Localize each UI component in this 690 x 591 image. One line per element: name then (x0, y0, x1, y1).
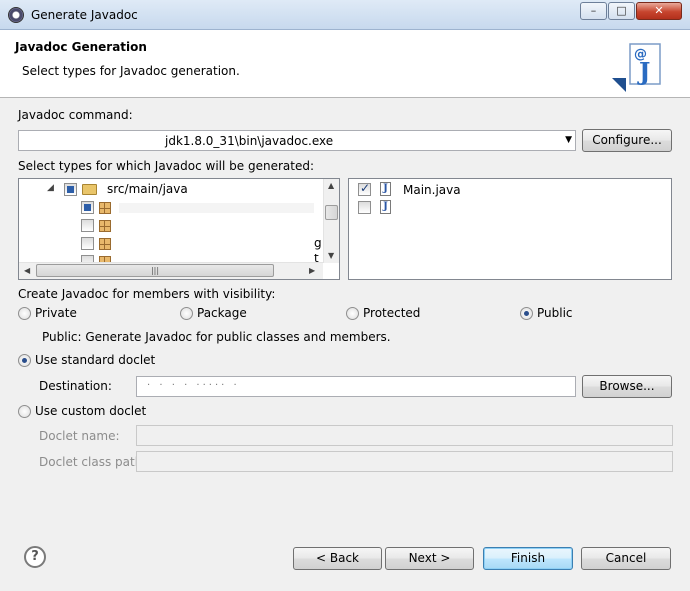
package-radio[interactable] (180, 307, 193, 320)
help-icon[interactable]: ? (24, 546, 46, 568)
javadoc-wizard-icon: @ J (612, 43, 661, 92)
public-radio[interactable] (520, 307, 533, 320)
public-radio-label[interactable]: Public (537, 306, 573, 320)
tree-row[interactable] (19, 200, 319, 217)
private-radio-label[interactable]: Private (35, 306, 77, 320)
destination-field[interactable]: · · · · ····· · (136, 376, 576, 397)
maximize-button[interactable]: □ (608, 2, 635, 20)
protected-radio[interactable] (346, 307, 359, 320)
javadoc-command-combo[interactable]: jdk1.8.0_31\bin\javadoc.exe ▼ (18, 130, 576, 151)
tree-row[interactable] (19, 218, 319, 235)
source-folder-icon (82, 184, 97, 195)
scroll-thumb[interactable]: ||| (36, 264, 274, 277)
standard-doclet-radio[interactable] (18, 354, 31, 367)
package-tree[interactable]: ◢ src/main/java g t ▲ ▼ ◀ ||| ▶ (18, 178, 340, 280)
doclet-name-label: Doclet name: (39, 429, 120, 443)
tree-row-src[interactable]: ◢ src/main/java (19, 181, 319, 198)
custom-doclet-label[interactable]: Use custom doclet (35, 404, 146, 418)
java-file-icon: J (380, 200, 391, 214)
custom-doclet-radio[interactable] (18, 405, 31, 418)
java-file-icon: J (380, 182, 391, 196)
list-item[interactable]: J (349, 200, 669, 217)
list-item[interactable]: J Main.java (349, 181, 669, 199)
tree-row[interactable]: g (19, 236, 325, 253)
redacted-destination: · · · · ····· · (147, 380, 240, 391)
title-bar: Generate Javadoc – □ ✕ (0, 0, 690, 30)
scroll-down-icon[interactable]: ▼ (328, 251, 334, 260)
expand-arrow-icon[interactable]: ◢ (47, 183, 54, 193)
package-icon (99, 220, 111, 232)
truncated-text: g (314, 236, 322, 250)
cancel-button[interactable]: Cancel (581, 547, 671, 570)
redacted-package-name (119, 203, 314, 213)
package-icon (99, 202, 111, 214)
tree-root-label: src/main/java (107, 182, 188, 196)
doclet-class-path-label: Doclet class path: (39, 455, 147, 469)
scroll-left-icon[interactable]: ◀ (24, 266, 30, 275)
file-name: Main.java (403, 183, 461, 197)
svg-text:J: J (637, 57, 650, 86)
types-label: Select types for which Javadoc will be g… (18, 159, 314, 173)
tree-vertical-scrollbar[interactable]: ▲ ▼ (323, 179, 339, 263)
package-checkbox[interactable] (81, 237, 94, 250)
page-subtitle: Select types for Javadoc generation. (22, 64, 240, 78)
protected-radio-label[interactable]: Protected (363, 306, 420, 320)
scroll-up-icon[interactable]: ▲ (328, 181, 334, 190)
package-icon (99, 238, 111, 250)
window-title: Generate Javadoc (31, 8, 138, 22)
file-checkbox[interactable] (358, 201, 371, 214)
package-checkbox[interactable] (81, 255, 94, 262)
scroll-right-icon[interactable]: ▶ (309, 266, 315, 275)
javadoc-command-label: Javadoc command: (18, 108, 133, 122)
doclet-name-field[interactable] (136, 425, 673, 446)
finish-button[interactable]: Finish (483, 547, 573, 570)
src-checkbox[interactable] (64, 183, 77, 196)
back-button[interactable]: < Back (293, 547, 382, 570)
visibility-description: Public: Generate Javadoc for public clas… (42, 330, 391, 344)
doclet-class-path-field[interactable] (136, 451, 673, 472)
private-radio[interactable] (18, 307, 31, 320)
eclipse-icon (8, 7, 24, 23)
minimize-button[interactable]: – (580, 2, 607, 20)
standard-doclet-label[interactable]: Use standard doclet (35, 353, 155, 367)
wizard-header: Javadoc Generation Select types for Java… (0, 30, 690, 98)
scroll-thumb[interactable] (325, 205, 338, 220)
visibility-label: Create Javadoc for members with visibili… (18, 287, 276, 301)
package-radio-label[interactable]: Package (197, 306, 247, 320)
main-java-checkbox[interactable] (358, 181, 371, 196)
javadoc-command-value: jdk1.8.0_31\bin\javadoc.exe (165, 134, 334, 148)
configure-button[interactable]: Configure... (582, 129, 672, 152)
package-checkbox[interactable] (81, 219, 94, 232)
chevron-down-icon[interactable]: ▼ (565, 135, 572, 145)
package-checkbox[interactable] (81, 201, 94, 214)
close-button[interactable]: ✕ (636, 2, 682, 20)
destination-label: Destination: (39, 379, 112, 393)
tree-horizontal-scrollbar[interactable]: ◀ ||| ▶ (19, 262, 323, 279)
type-list[interactable]: J Main.java J (348, 178, 672, 280)
tree-row[interactable]: t (19, 254, 325, 262)
next-button[interactable]: Next > (385, 547, 474, 570)
truncated-text: t (314, 254, 319, 262)
browse-button[interactable]: Browse... (582, 375, 672, 398)
page-title: Javadoc Generation (15, 40, 147, 54)
